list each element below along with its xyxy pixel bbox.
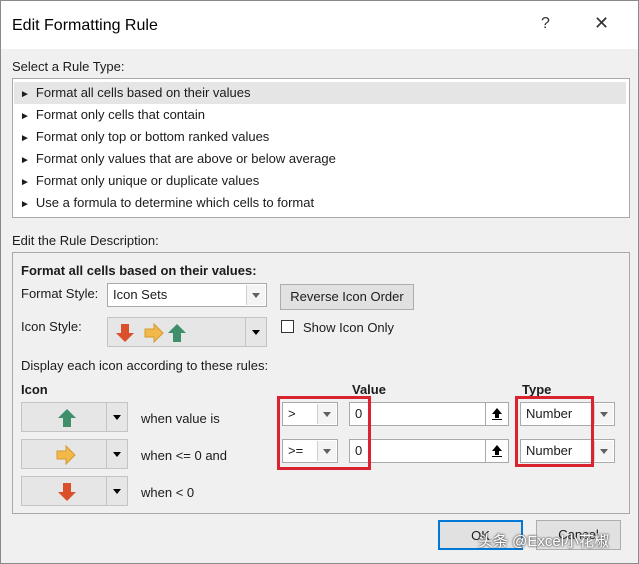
- bullet-icon: ►: [20, 89, 30, 100]
- chevron-down-icon[interactable]: [106, 440, 127, 468]
- bullet-icon: ►: [20, 199, 30, 210]
- rule-type-label: Format only unique or duplicate values: [35, 173, 260, 188]
- rule-type-label: Format only cells that contain: [35, 107, 205, 122]
- rule-description-heading: Edit the Rule Description:: [12, 233, 159, 248]
- rule-type-label: Format only top or bottom ranked values: [35, 129, 270, 144]
- type-highlight-box: [515, 396, 594, 467]
- icon-select-row-2[interactable]: [21, 439, 128, 469]
- bullet-icon: ►: [20, 111, 30, 122]
- chevron-down-icon[interactable]: [594, 404, 613, 424]
- rule-type-item[interactable]: ► Use a formula to determine which cells …: [14, 192, 626, 214]
- description-subheading: Format all cells based on their values:: [21, 263, 257, 278]
- watermark-text: 头条 @Excel小花椒: [478, 533, 610, 550]
- bullet-icon: ►: [20, 177, 30, 188]
- show-icon-only-checkbox[interactable]: [281, 320, 294, 333]
- range-select-icon: [492, 408, 502, 420]
- format-style-value: Icon Sets: [113, 287, 168, 302]
- collapse-range-button-row-1[interactable]: [485, 402, 509, 426]
- rule-type-label: Use a formula to determine which cells t…: [35, 195, 315, 210]
- chevron-down-icon[interactable]: [246, 285, 265, 305]
- icon-column-header: Icon: [21, 382, 48, 397]
- collapse-range-button-row-2[interactable]: [485, 439, 509, 463]
- close-icon[interactable]: ✕: [594, 13, 609, 34]
- icon-style-label: Icon Style:: [21, 319, 82, 334]
- title-bar: Edit Formatting Rule ? ✕: [1, 1, 638, 49]
- rule-type-item[interactable]: ► Format only cells that contain: [14, 104, 626, 126]
- help-icon[interactable]: ?: [541, 15, 550, 33]
- chevron-down-icon[interactable]: [245, 318, 266, 346]
- operator-highlight-box: [277, 396, 371, 470]
- rule-type-item[interactable]: ► Format all cells based on their values: [14, 82, 626, 104]
- rule-type-list[interactable]: ► Format all cells based on their values …: [12, 78, 630, 218]
- yellow-right-arrow-icon: [56, 444, 76, 466]
- type-column-header: Type: [522, 382, 552, 397]
- icon-select-row-3[interactable]: [21, 476, 128, 506]
- chevron-down-icon[interactable]: [594, 441, 613, 461]
- dialog-title: Edit Formatting Rule: [12, 17, 158, 34]
- format-style-select[interactable]: Icon Sets: [107, 283, 267, 307]
- icon-style-select[interactable]: [107, 317, 267, 347]
- rule-type-heading: Select a Rule Type:: [12, 59, 125, 74]
- edit-formatting-rule-dialog: Edit Formatting Rule ? ✕ Select a Rule T…: [0, 0, 639, 564]
- chevron-down-icon[interactable]: [106, 477, 127, 505]
- display-rules-label: Display each icon according to these rul…: [21, 358, 269, 373]
- rule-type-label: Format only values that are above or bel…: [35, 151, 336, 166]
- value-column-header: Value: [352, 382, 386, 397]
- bullet-icon: ►: [20, 133, 30, 144]
- rule-type-item[interactable]: ► Format only unique or duplicate values: [14, 170, 626, 192]
- format-style-label: Format Style:: [21, 286, 99, 301]
- condition-label-row-1: when value is: [141, 411, 220, 426]
- condition-label-row-3: when < 0: [141, 485, 195, 500]
- rule-type-item[interactable]: ► Format only values that are above or be…: [14, 148, 626, 170]
- red-down-arrow-icon: [58, 483, 76, 501]
- rule-type-label: Format all cells based on their values: [35, 85, 251, 100]
- range-select-icon: [492, 445, 502, 457]
- icon-select-row-1[interactable]: [21, 402, 128, 432]
- bullet-icon: ►: [20, 155, 30, 166]
- rule-type-item[interactable]: ► Format only top or bottom ranked values: [14, 126, 626, 148]
- condition-label-row-2: when <= 0 and: [141, 448, 228, 463]
- three-arrows-icon-set: [116, 322, 186, 344]
- show-icon-only-label: Show Icon Only: [303, 320, 395, 335]
- chevron-down-icon[interactable]: [106, 403, 127, 431]
- green-up-arrow-icon: [58, 409, 76, 427]
- reverse-icon-order-button[interactable]: Reverse Icon Order: [280, 284, 414, 310]
